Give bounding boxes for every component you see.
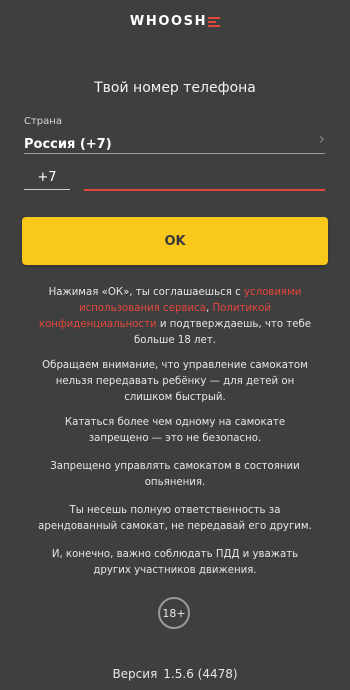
country-code-field[interactable]: +7 xyxy=(24,170,70,190)
terms-agreement-text: Нажимая «ОК», ты соглашаешься с условиям… xyxy=(38,287,312,346)
country-selector[interactable]: Россия (+7) › xyxy=(24,129,325,154)
whoosh-logo: WHOOSH xyxy=(0,14,350,29)
version-label: Версия xyxy=(112,667,158,681)
country-label: Страна xyxy=(24,116,62,127)
logo-mark-icon xyxy=(208,16,221,27)
app-version: Версия 1.5.6 (4478) xyxy=(0,667,350,681)
notice-responsibility: Ты несешь полную ответственность за арен… xyxy=(38,505,312,532)
country-value: Россия (+7) xyxy=(24,137,112,152)
logo-text: WHOOSH xyxy=(129,14,208,29)
notice-traffic-rules: И, конечно, важно соблюдать ПДД и уважат… xyxy=(51,549,299,576)
notice-intoxication: Запрещено управлять самокатом в состояни… xyxy=(50,461,300,488)
age-18-badge: 18+ xyxy=(158,597,190,629)
notice-one-rider: Кататься более чем одному на самокате за… xyxy=(64,417,286,444)
page-title: Твой номер телефона xyxy=(94,80,256,96)
ok-button[interactable]: OK xyxy=(22,217,328,265)
phone-number-input[interactable] xyxy=(84,170,325,191)
notice-children: Обращаем внимание, что управление самока… xyxy=(42,360,308,403)
chevron-right-icon: › xyxy=(318,129,325,148)
version-number: 1.5.6 (4478) xyxy=(163,667,238,681)
